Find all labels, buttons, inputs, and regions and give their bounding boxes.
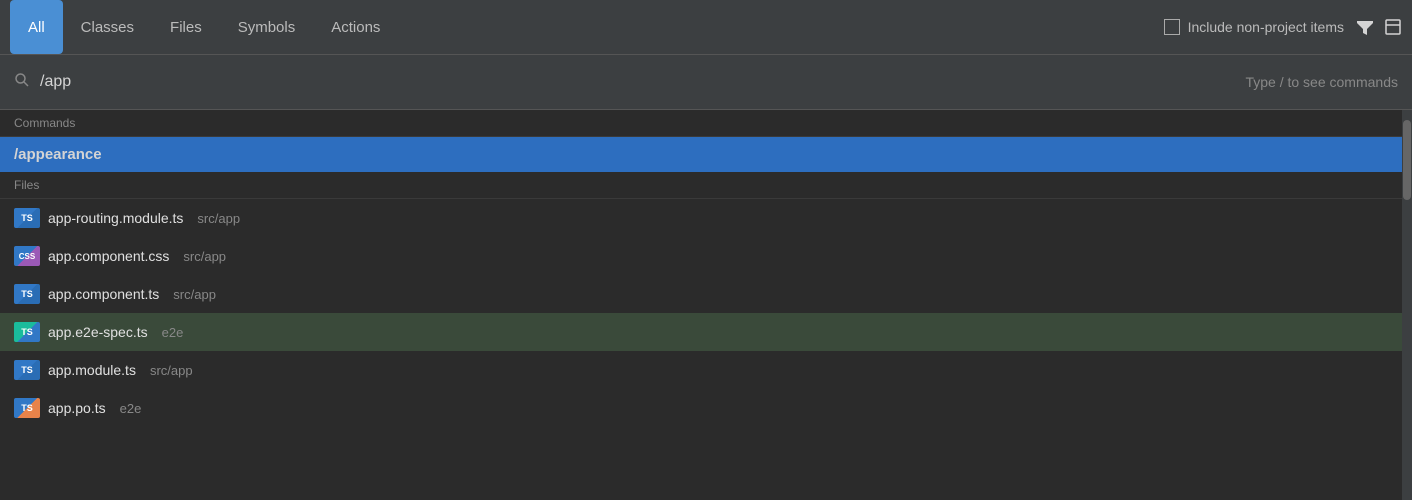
file-item-app-e2e-spec[interactable]: TS app.e2e-spec.ts e2e xyxy=(0,313,1402,351)
file-name-app-po: app.po.ts xyxy=(48,400,106,416)
ts-teal-icon-app-e2e: TS xyxy=(14,322,40,342)
tab-files[interactable]: Files xyxy=(152,0,220,54)
scrollbar-thumb[interactable] xyxy=(1403,120,1411,200)
tab-all[interactable]: All xyxy=(10,0,63,54)
file-item-app-routing[interactable]: TS app-routing.module.ts src/app xyxy=(0,199,1402,237)
file-path-app-module: src/app xyxy=(150,363,193,378)
file-item-app-po[interactable]: TS app.po.ts e2e xyxy=(0,389,1402,427)
file-name-app-component-css: app.component.css xyxy=(48,248,169,264)
window-icon[interactable] xyxy=(1384,18,1402,36)
tab-bar: All Classes Files Symbols Actions Includ… xyxy=(0,0,1412,55)
file-item-app-component-css[interactable]: CSS app.component.css src/app xyxy=(0,237,1402,275)
file-name-app-e2e-spec: app.e2e-spec.ts xyxy=(48,324,148,340)
scrollbar[interactable] xyxy=(1402,110,1412,500)
file-item-app-component-ts[interactable]: TS app.component.ts src/app xyxy=(0,275,1402,313)
commands-section-header: Commands xyxy=(0,110,1402,137)
tab-actions[interactable]: Actions xyxy=(313,0,398,54)
search-icon xyxy=(14,72,30,93)
command-item-label: /appearance xyxy=(14,146,102,163)
results-area: Commands /appearance Files TS app-routin… xyxy=(0,110,1412,500)
include-non-project-label: Include non-project items xyxy=(1188,19,1344,35)
file-name-app-module: app.module.ts xyxy=(48,362,136,378)
file-name-app-routing: app-routing.module.ts xyxy=(48,210,183,226)
file-path-app-component-ts: src/app xyxy=(173,287,216,302)
ts-icon-app-component: TS xyxy=(14,284,40,304)
css-icon-app-component: CSS xyxy=(14,246,40,266)
ts-icon-app-module: TS xyxy=(14,360,40,380)
file-item-app-module[interactable]: TS app.module.ts src/app xyxy=(0,351,1402,389)
command-item-appearance[interactable]: /appearance xyxy=(0,137,1402,172)
file-path-app-e2e-spec: e2e xyxy=(162,325,184,340)
file-path-app-po: e2e xyxy=(120,401,142,416)
results-list: Commands /appearance Files TS app-routin… xyxy=(0,110,1402,500)
ts-orange-icon-app-po: TS xyxy=(14,398,40,418)
search-bar: Type / to see commands xyxy=(0,55,1412,110)
ts-icon-app-routing: TS xyxy=(14,208,40,228)
search-input[interactable] xyxy=(40,73,1245,91)
filter-icon[interactable] xyxy=(1356,18,1374,36)
include-non-project-container: Include non-project items xyxy=(1164,19,1344,35)
search-hint: Type / to see commands xyxy=(1245,74,1398,90)
files-section-header: Files xyxy=(0,172,1402,199)
file-path-app-component-css: src/app xyxy=(183,249,226,264)
tab-symbols[interactable]: Symbols xyxy=(220,0,314,54)
tab-classes[interactable]: Classes xyxy=(63,0,152,54)
include-non-project-checkbox[interactable] xyxy=(1164,19,1180,35)
file-path-app-routing: src/app xyxy=(197,211,240,226)
file-name-app-component-ts: app.component.ts xyxy=(48,286,159,302)
